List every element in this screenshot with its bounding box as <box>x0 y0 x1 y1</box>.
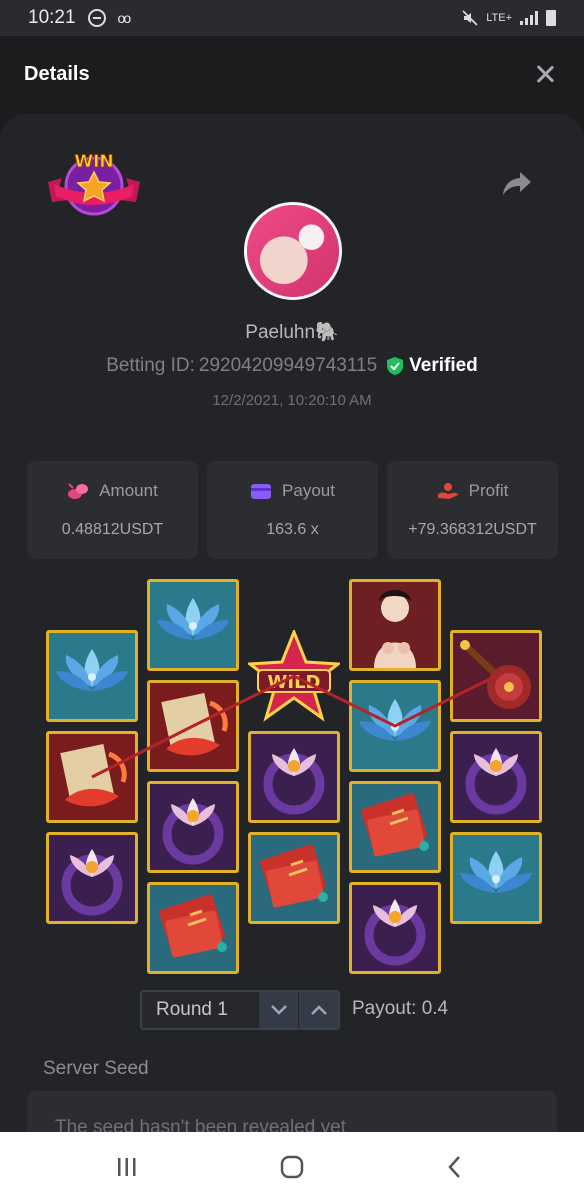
round-payout: Payout: 0.4 <box>352 998 449 1019</box>
page-title: Details <box>24 63 90 85</box>
blue-lotus-symbol <box>46 630 138 722</box>
mute-icon <box>462 10 478 26</box>
red-book-symbol <box>248 832 340 924</box>
close-icon[interactable] <box>534 63 556 85</box>
coins-icon <box>68 483 89 499</box>
home-icon[interactable] <box>277 1152 307 1182</box>
wallet-icon <box>251 484 272 499</box>
details-header: Details <box>0 36 584 114</box>
stat-amount-label: Amount <box>99 481 158 500</box>
share-icon[interactable] <box>502 170 532 196</box>
lotus-ring-symbol <box>450 731 542 823</box>
betting-id-label: Betting ID: <box>106 355 195 376</box>
stat-amount: Amount 0.48812USDT <box>27 461 198 559</box>
lotus-ring-symbol <box>46 832 138 924</box>
stat-profit-value: +79.368312USDT <box>408 521 537 538</box>
win-badge-icon: WIN <box>48 152 140 216</box>
lotus-ring-symbol <box>349 882 441 974</box>
scroll-fish-symbol <box>147 680 239 772</box>
stat-profit: Profit +79.368312USDT <box>387 461 558 559</box>
status-bar: 10:21 oo LTE+ <box>0 0 584 36</box>
betting-id-value: 29204209949743115 <box>198 355 378 376</box>
back-icon[interactable] <box>440 1152 470 1182</box>
avatar <box>244 202 342 300</box>
verified-shield-icon <box>387 357 404 375</box>
wild-text: WILD <box>268 672 321 693</box>
blue-lotus-symbol <box>349 680 441 772</box>
wild-symbol: WILD <box>245 627 343 722</box>
system-nav-bar <box>0 1132 584 1200</box>
red-book-symbol <box>349 781 441 873</box>
betting-id-row: Betting ID: 29204209949743115 Verified <box>0 355 584 377</box>
stat-payout-value: 163.6 x <box>266 521 319 538</box>
round-label: Round 1 <box>156 999 228 1020</box>
bet-datetime: 12/2/2021, 10:20:10 AM <box>212 392 372 409</box>
voicemail-icon: oo <box>117 10 132 26</box>
profit-hand-icon <box>437 483 458 499</box>
slot-reels: WILD <box>0 570 584 980</box>
stat-profit-label: Profit <box>468 481 509 500</box>
username: Paeluhn🐘 <box>245 322 339 343</box>
stat-payout-label: Payout <box>282 481 335 500</box>
lotus-ring-symbol <box>248 731 340 823</box>
chevron-down-icon <box>270 1005 287 1015</box>
verified-badge: Verified <box>387 355 478 377</box>
blue-lotus-symbol <box>450 832 542 924</box>
lute-symbol <box>450 630 542 722</box>
blue-lotus-symbol <box>147 579 239 671</box>
round-up-button[interactable] <box>298 992 338 1028</box>
verified-label: Verified <box>409 355 478 376</box>
stat-payout: Payout 163.6 x <box>207 461 378 559</box>
status-time: 10:21 <box>28 7 76 28</box>
lotus-ring-symbol <box>147 781 239 873</box>
server-seed-label: Server Seed <box>43 1058 149 1079</box>
signal-icon <box>520 11 538 25</box>
stat-amount-value: 0.48812USDT <box>61 521 164 538</box>
battery-icon <box>546 10 556 26</box>
recent-apps-icon[interactable] <box>112 1152 142 1182</box>
chevron-up-icon <box>310 1005 327 1015</box>
network-type: LTE+ <box>486 12 512 24</box>
win-badge-text: WIN <box>74 152 113 172</box>
round-down-button[interactable] <box>258 992 298 1028</box>
round-selector[interactable]: Round 1 <box>140 990 340 1030</box>
geisha-symbol <box>349 579 441 671</box>
scroll-fish-symbol <box>46 731 138 823</box>
do-not-disturb-icon <box>87 9 106 27</box>
red-book-symbol <box>147 882 239 974</box>
